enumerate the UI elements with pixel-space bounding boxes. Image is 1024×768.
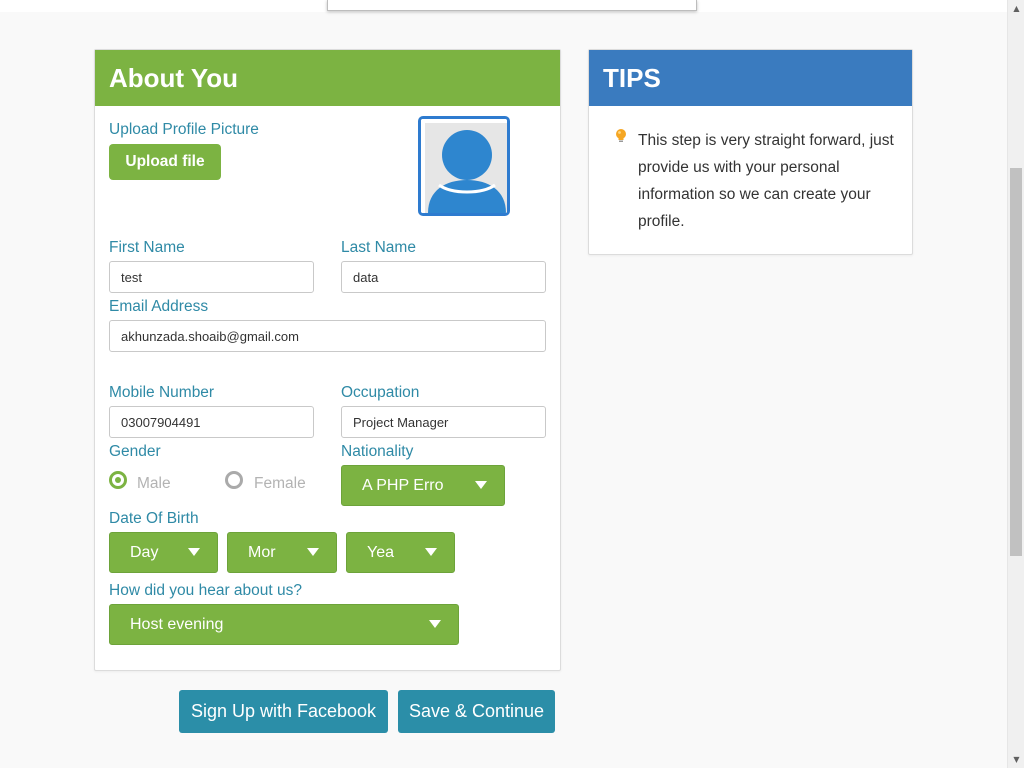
nationality-select[interactable]: A PHP Erro — [341, 465, 505, 506]
lightbulb-icon — [615, 128, 627, 149]
chevron-down-icon — [475, 481, 487, 489]
chevron-down-icon — [307, 548, 319, 556]
save-continue-button[interactable]: Save & Continue — [398, 690, 555, 733]
dob-month-select[interactable]: Mor — [227, 532, 337, 573]
gender-female-label: Female — [254, 475, 306, 492]
about-you-panel: About You Upload Profile Picture Upload … — [94, 49, 561, 671]
sign-up-facebook-button[interactable]: Sign Up with Facebook — [179, 690, 388, 733]
top-overlay-box — [327, 0, 697, 11]
about-you-title: About You — [95, 50, 560, 106]
dob-day-value: Day — [130, 544, 159, 561]
upload-file-button[interactable]: Upload file — [109, 144, 221, 180]
dob-label: Date Of Birth — [109, 510, 199, 527]
chevron-down-icon — [425, 548, 437, 556]
gender-male-label: Male — [137, 475, 171, 492]
nationality-value: A PHP Erro — [362, 477, 444, 494]
first-name-input[interactable] — [109, 261, 314, 293]
tips-title: TIPS — [589, 50, 912, 106]
gender-label: Gender — [109, 443, 161, 460]
gender-female-radio[interactable] — [225, 471, 243, 489]
hear-about-select[interactable]: Host evening — [109, 604, 459, 645]
last-name-input[interactable] — [341, 261, 546, 293]
email-label: Email Address — [109, 298, 209, 315]
user-avatar-icon — [421, 119, 507, 213]
dob-day-select[interactable]: Day — [109, 532, 218, 573]
dob-year-value: Yea — [367, 544, 394, 561]
occupation-input[interactable] — [341, 406, 546, 438]
dob-month-value: Mor — [248, 544, 276, 561]
hear-about-label: How did you hear about us? — [109, 582, 303, 599]
mobile-input[interactable] — [109, 406, 314, 438]
gender-male-radio[interactable] — [109, 471, 127, 489]
nationality-label: Nationality — [341, 443, 414, 460]
scroll-down-icon[interactable]: ▼ — [1008, 751, 1024, 768]
dob-year-select[interactable]: Yea — [346, 532, 455, 573]
occupation-label: Occupation — [341, 384, 420, 401]
scroll-thumb[interactable] — [1010, 168, 1022, 556]
profile-picture[interactable] — [418, 116, 510, 216]
chevron-down-icon — [188, 548, 200, 556]
email-input[interactable] — [109, 320, 546, 352]
first-name-label: First Name — [109, 239, 185, 256]
mobile-label: Mobile Number — [109, 384, 215, 401]
scroll-up-icon[interactable]: ▲ — [1008, 0, 1024, 17]
tips-panel: TIPS This step is very straight forward,… — [588, 49, 913, 255]
tips-text: This step is very straight forward, just… — [638, 132, 894, 230]
hear-about-value: Host evening — [130, 616, 224, 633]
chevron-down-icon — [429, 620, 441, 628]
upload-picture-label: Upload Profile Picture — [109, 121, 259, 138]
vertical-scrollbar[interactable]: ▲ ▼ — [1007, 0, 1024, 768]
last-name-label: Last Name — [341, 239, 416, 256]
